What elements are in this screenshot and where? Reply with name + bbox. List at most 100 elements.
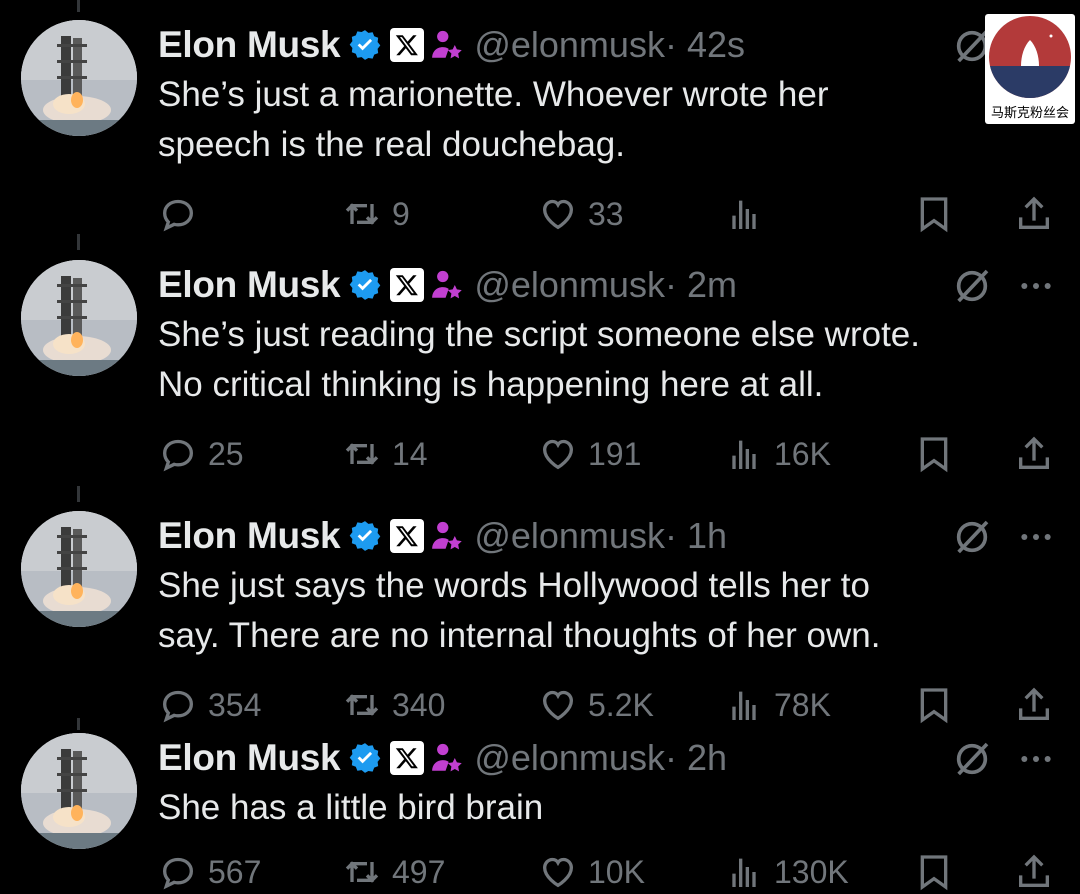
avatar[interactable] — [21, 511, 137, 627]
handle[interactable]: @elonmusk — [474, 24, 665, 66]
bookmark-button[interactable] — [914, 683, 964, 727]
share-icon — [1019, 436, 1049, 469]
reply-button[interactable]: 25 — [158, 432, 244, 476]
repost-button[interactable]: 497 — [342, 850, 445, 894]
bookmark-icon — [920, 197, 948, 233]
handle[interactable]: @elonmusk — [474, 737, 665, 779]
tweet-text-line: She’s just a marionette. Whoever wrote h… — [158, 75, 829, 114]
repost-count: 14 — [392, 435, 428, 472]
display-name[interactable]: Elon Musk — [158, 515, 341, 557]
tweet-text-line: She has a little bird brain — [158, 788, 544, 827]
views-count: 16K — [774, 435, 831, 472]
watermark-logo: 马斯克粉丝会 — [985, 14, 1075, 124]
more-dots-icon[interactable] — [1016, 517, 1056, 557]
share-button[interactable] — [1014, 850, 1064, 894]
thread-line — [77, 0, 80, 12]
tweet-text-line: speech is the real douchebag. — [158, 125, 625, 164]
timestamp[interactable]: · 2m — [665, 264, 737, 306]
x-logo-icon — [390, 519, 425, 553]
repost-icon — [345, 443, 379, 465]
display-name[interactable]: Elon Musk — [158, 264, 341, 306]
thread-line — [77, 234, 80, 250]
timestamp[interactable]: · 1h — [665, 515, 727, 557]
grok-icon[interactable] — [952, 739, 992, 779]
views-count: 78K — [774, 686, 831, 723]
tweet-text-line: say. There are no internal thoughts of h… — [158, 616, 881, 655]
repost-button[interactable]: 340 — [342, 683, 445, 727]
bookmark-icon — [920, 688, 948, 724]
affiliate-person-icon — [432, 30, 463, 59]
reply-count: 25 — [208, 435, 244, 472]
avatar[interactable] — [21, 260, 137, 376]
views-icon — [732, 858, 756, 887]
tweet-text-line: She just says the words Hollywood tells … — [158, 566, 870, 605]
tweet-text: She just says the words Hollywood tells … — [158, 561, 1058, 661]
handle[interactable]: @elonmusk — [474, 264, 665, 306]
reply-icon — [162, 690, 194, 723]
like-count: 10K — [588, 853, 645, 890]
reply-button[interactable]: 354 — [158, 683, 261, 727]
bookmark-icon — [920, 437, 948, 473]
repost-button[interactable]: 14 — [342, 432, 428, 476]
more-dots-icon[interactable] — [1016, 266, 1056, 306]
share-icon — [1019, 196, 1049, 229]
grok-icon[interactable] — [952, 517, 992, 557]
action-bar: 354 340 5.2K 78K — [158, 683, 1058, 727]
share-button[interactable] — [1014, 683, 1064, 727]
like-count: 191 — [588, 435, 642, 472]
views-icon — [732, 440, 756, 469]
timestamp[interactable]: · 2h — [665, 737, 727, 779]
display-name[interactable]: Elon Musk — [158, 24, 341, 66]
tweet-text: She’s just reading the script someone el… — [158, 310, 1058, 410]
share-button[interactable] — [1014, 192, 1064, 236]
affiliate-person-icon — [432, 270, 463, 299]
reply-icon — [162, 199, 194, 232]
x-logo-icon — [390, 741, 425, 775]
views-icon — [732, 691, 756, 720]
timestamp[interactable]: · 42s — [665, 24, 745, 66]
verified-badge-icon — [350, 270, 381, 300]
tweet-header: Elon Musk @elonmusk · 2h — [158, 733, 727, 783]
like-button[interactable]: 10K — [538, 850, 645, 894]
views-button[interactable] — [724, 192, 774, 236]
repost-count: 9 — [392, 195, 410, 232]
reply-icon — [162, 439, 194, 472]
bookmark-button[interactable] — [914, 192, 964, 236]
views-button[interactable]: 78K — [724, 683, 831, 727]
avatar[interactable] — [21, 733, 137, 849]
grok-icon[interactable] — [952, 266, 992, 306]
like-icon — [542, 857, 574, 888]
like-icon — [542, 690, 574, 721]
tweet-header: Elon Musk @elonmusk · 1h — [158, 511, 727, 561]
watermark-text: 马斯克粉丝会 — [990, 106, 1069, 121]
views-button[interactable]: 130K — [724, 850, 849, 894]
share-button[interactable] — [1014, 432, 1064, 476]
tweet-text-line: She’s just reading the script someone el… — [158, 315, 920, 354]
action-bar: 25 14 191 16K — [158, 432, 1058, 476]
bookmark-button[interactable] — [914, 432, 964, 476]
bookmark-button[interactable] — [914, 850, 964, 894]
repost-icon — [345, 694, 379, 716]
reply-button[interactable]: 567 — [158, 850, 261, 894]
like-button[interactable]: 33 — [538, 192, 624, 236]
like-count: 33 — [588, 195, 624, 232]
reply-button[interactable] — [158, 192, 208, 236]
like-icon — [542, 199, 574, 230]
verified-badge-icon — [350, 521, 381, 551]
repost-button[interactable]: 9 — [342, 192, 410, 236]
action-bar: 9 33 — [158, 192, 1058, 236]
bookmark-icon — [920, 855, 948, 891]
rocket-launch-image — [21, 733, 137, 849]
views-button[interactable]: 16K — [724, 432, 831, 476]
display-name[interactable]: Elon Musk — [158, 737, 341, 779]
like-button[interactable]: 191 — [538, 432, 641, 476]
rocket-launch-image — [21, 20, 137, 136]
rocket-launch-image — [21, 511, 137, 627]
avatar[interactable] — [21, 20, 137, 136]
like-button[interactable]: 5.2K — [538, 683, 654, 727]
tweet-text: She has a little bird brain — [158, 783, 1058, 833]
more-dots-icon[interactable] — [1016, 739, 1056, 779]
like-count: 5.2K — [588, 686, 654, 723]
handle[interactable]: @elonmusk — [474, 515, 665, 557]
reply-count: 354 — [208, 686, 262, 723]
